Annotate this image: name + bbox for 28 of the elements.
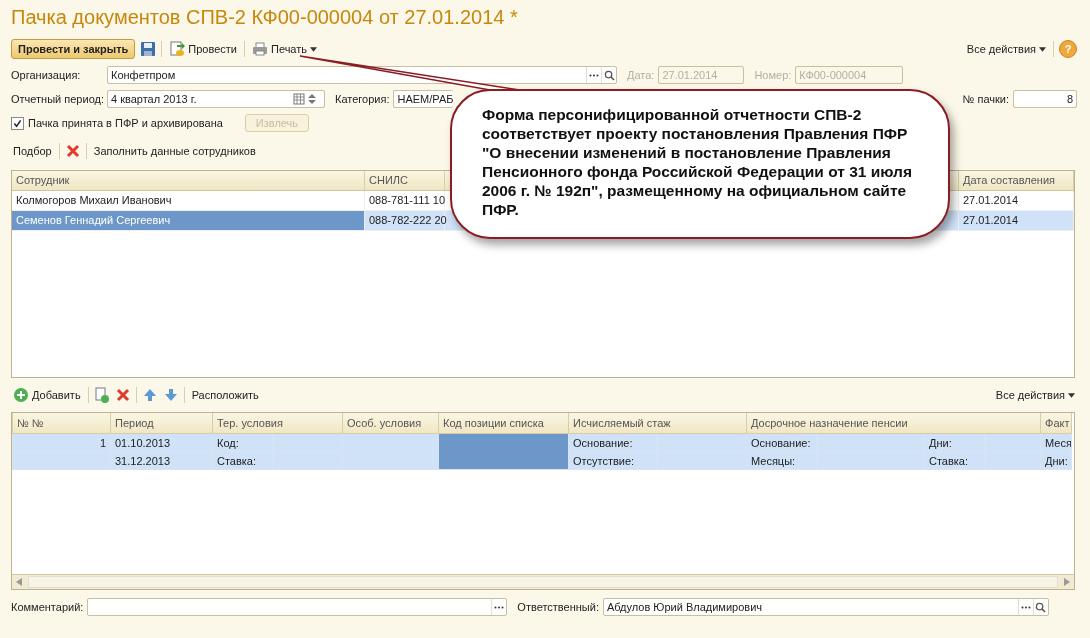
table-cell: Месяцы: bbox=[751, 454, 796, 467]
table-cell: Дни: bbox=[1045, 454, 1068, 467]
table-cell: 01.10.2013 bbox=[115, 436, 171, 449]
field-label: Категория: bbox=[335, 93, 390, 105]
table-cell: 088-781-111 10 bbox=[369, 194, 446, 206]
table-cell: Ставка: bbox=[217, 454, 257, 467]
table-cell: Колмогоров Михаил Иванович bbox=[16, 194, 172, 206]
table-cell: 27.01.2014 bbox=[963, 214, 1019, 226]
field-label: Комментарий: bbox=[11, 601, 84, 613]
table-cell: Дни: bbox=[929, 436, 952, 449]
table-cell: 088-782-222 20 bbox=[369, 214, 447, 226]
field-label: Дата: bbox=[627, 69, 655, 81]
table-cell: 27.01.2014 bbox=[963, 194, 1019, 206]
field-label: Отчетный период: bbox=[11, 93, 103, 105]
window-title: Пачка документов СПВ-2 КФ00-000004 от 27.01.2014 * bbox=[11, 6, 519, 30]
field-label: Ответственный: bbox=[517, 601, 599, 613]
table-cell: 1 bbox=[99, 436, 106, 449]
table-cell: Основание: bbox=[573, 436, 633, 449]
table-cell: Код: bbox=[217, 436, 239, 449]
table-cell: Меся bbox=[1045, 436, 1071, 449]
field-label: Организация: bbox=[11, 69, 82, 81]
table-cell: Семенов Геннадий Сергеевич bbox=[16, 214, 171, 226]
field-label: № пачки: bbox=[962, 93, 1009, 105]
table-cell: 31.12.2013 bbox=[115, 454, 171, 467]
field-label: Номер: bbox=[754, 69, 792, 81]
table-cell: Ставка: bbox=[929, 454, 969, 467]
table-cell: Отсутствие: bbox=[573, 454, 635, 467]
table-cell: Основание: bbox=[751, 436, 811, 449]
